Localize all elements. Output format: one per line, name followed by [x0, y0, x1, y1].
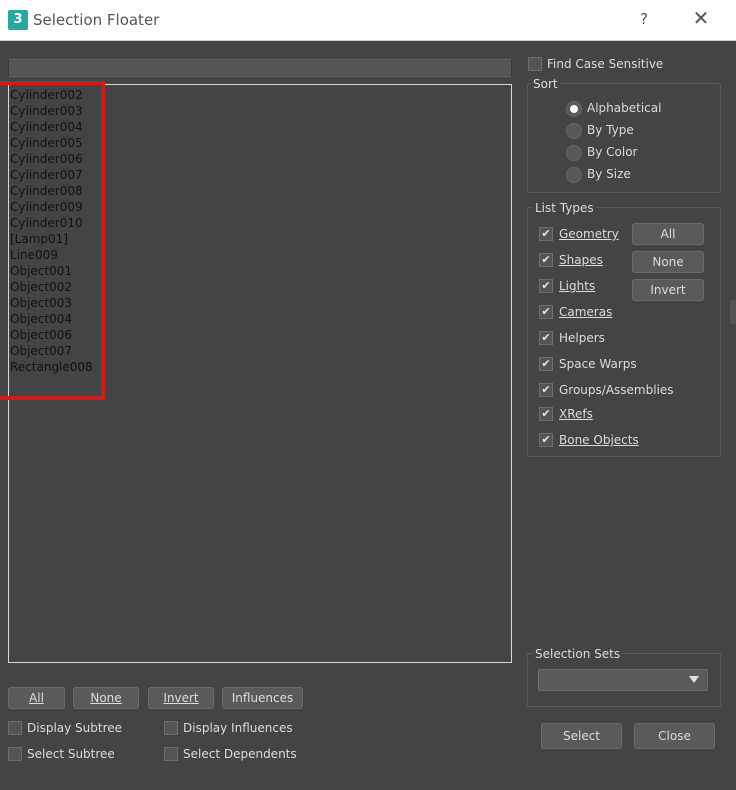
shapes-checkbox[interactable]: ✔: [539, 253, 553, 267]
bone-objects-label: Bone Objects: [559, 433, 639, 447]
lights-label: Lights: [559, 279, 595, 293]
sort-by-size-radio[interactable]: [566, 167, 582, 183]
shapes-text: Shapes: [559, 253, 603, 267]
selection-sets-dropdown[interactable]: [538, 669, 708, 691]
select-dependents-checkbox[interactable]: [164, 747, 178, 761]
sort-by-type-radio[interactable]: [566, 123, 582, 139]
list-types-all-button[interactable]: All: [632, 223, 704, 245]
lights-checkbox[interactable]: ✔: [539, 279, 553, 293]
groups-assemblies-checkbox[interactable]: ✔: [539, 383, 553, 397]
xrefs-label: XRefs: [559, 407, 593, 421]
geometry-label: Geometry: [559, 227, 619, 241]
space-warps-label: Space Warps: [559, 357, 637, 371]
selection-sets-title: Selection Sets: [533, 647, 623, 661]
background-app-strip: [730, 300, 736, 324]
geometry-checkbox[interactable]: ✔: [539, 227, 553, 241]
select-none-button[interactable]: None: [73, 687, 139, 709]
select-all-label: All: [29, 691, 44, 705]
display-subtree-label: Display Subtree: [27, 721, 123, 735]
influences-button[interactable]: Influences: [222, 687, 303, 709]
close-button[interactable]: Close: [634, 723, 715, 749]
chevron-down-icon: [689, 676, 699, 683]
helpers-checkbox[interactable]: ✔: [539, 331, 553, 345]
select-dependents-label: Select Dependents: [183, 747, 297, 761]
sort-by-color-label: By Color: [587, 145, 638, 159]
sort-by-color-radio[interactable]: [566, 145, 582, 161]
title-bar: 3 Selection Floater ? ✕: [0, 0, 736, 41]
display-influences-label: Display Influences: [183, 721, 293, 735]
list-types-none-button[interactable]: None: [632, 251, 704, 273]
sort-group-title: Sort: [531, 77, 560, 91]
find-case-sensitive-label: Find Case Sensitive: [547, 57, 664, 71]
xrefs-text: XRefs: [559, 407, 593, 421]
find-case-sensitive-checkbox[interactable]: [528, 57, 542, 71]
sort-by-type-label: By Type: [587, 123, 634, 137]
list-types-group-title: List Types: [533, 201, 596, 215]
influences-label: Influences: [231, 691, 294, 705]
select-button[interactable]: Select: [541, 723, 622, 749]
invert-selection-button[interactable]: Invert: [148, 687, 214, 709]
groups-assemblies-label: Groups/Assemblies: [559, 383, 674, 397]
cameras-label: Cameras: [559, 305, 612, 319]
window-title: Selection Floater: [33, 11, 160, 29]
bone-objects-text: Bone Objects: [559, 433, 639, 447]
display-influences-checkbox[interactable]: [164, 721, 178, 735]
space-warps-checkbox[interactable]: ✔: [539, 357, 553, 371]
select-subtree-checkbox[interactable]: [8, 747, 22, 761]
sort-alphabetical-label: Alphabetical: [587, 101, 662, 115]
list-types-invert-button[interactable]: Invert: [632, 279, 704, 301]
close-window-button[interactable]: ✕: [690, 7, 712, 29]
cameras-checkbox[interactable]: ✔: [539, 305, 553, 319]
annotation-highlight: [0, 81, 105, 400]
shapes-label: Shapes: [559, 253, 603, 267]
sort-by-size-label: By Size: [587, 167, 631, 181]
invert-selection-label: Invert: [163, 691, 199, 705]
xrefs-checkbox[interactable]: ✔: [539, 407, 553, 421]
bone-objects-checkbox[interactable]: ✔: [539, 433, 553, 447]
search-input[interactable]: [8, 57, 512, 79]
lights-text: Lights: [559, 279, 596, 293]
select-subtree-label: Select Subtree: [27, 747, 115, 761]
select-none-label: None: [90, 691, 122, 705]
select-all-button[interactable]: All: [8, 687, 65, 709]
sort-alphabetical-radio[interactable]: [566, 101, 582, 117]
help-button[interactable]: ?: [636, 10, 652, 28]
app-icon: 3: [8, 10, 28, 30]
helpers-label: Helpers: [559, 331, 605, 345]
display-subtree-checkbox[interactable]: [8, 721, 22, 735]
geometry-text: Geometry: [559, 227, 619, 241]
cameras-text: Cameras: [559, 305, 613, 319]
